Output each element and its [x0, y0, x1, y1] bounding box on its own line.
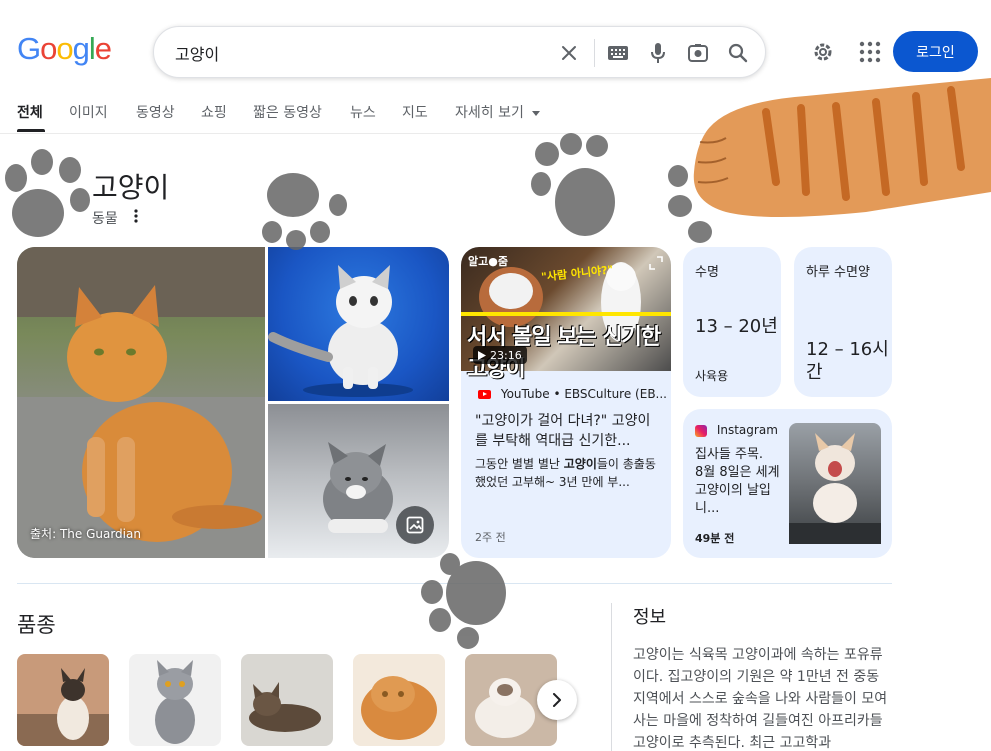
youtube-icon — [478, 390, 491, 399]
video-source: YouTube • EBSCulture (EB... — [478, 387, 667, 401]
tabby-cat-illustration — [249, 682, 321, 732]
instagram-time: 49분 전 — [695, 532, 735, 545]
info-body: 고양이는 식육목 고양이과에 속하는 포유류이다. 집고양이의 기원은 약 1만… — [633, 647, 888, 751]
paw-print-icon — [5, 149, 90, 237]
tab-all[interactable]: 전체 — [17, 102, 43, 122]
video-description: 그동안 별별 별난 고양이들이 총출동했었던 고부해~ 3년 만에 부... — [475, 455, 663, 491]
video-time: 2주 전 — [475, 531, 506, 544]
breeds-next-button[interactable] — [537, 680, 577, 720]
breed-siamese[interactable] — [17, 654, 109, 746]
gray-cat-illustration — [155, 660, 195, 744]
tab-news[interactable]: 뉴스 — [350, 102, 376, 122]
microphone-icon[interactable] — [645, 40, 671, 66]
keyboard-icon[interactable] — [605, 40, 631, 66]
logo-letter: G — [17, 31, 41, 66]
video-duration: 23:16 — [473, 346, 527, 364]
persian-cat-illustration — [361, 676, 437, 740]
search-box[interactable]: 고양이 — [153, 26, 766, 78]
video-desc-part1: 그동안 별별 별난 — [475, 457, 564, 471]
video-thumbnail[interactable]: 알고●줌 "사람 아니야?" 서서 볼일 보는 신기한 고양이 23:16 — [461, 247, 671, 382]
apps-grid-icon[interactable] — [858, 40, 882, 64]
logo-letter: o — [40, 31, 57, 66]
paw-print-icon — [421, 553, 506, 649]
video-desc-highlight: 고양이 — [563, 457, 597, 471]
video-duration-text: 23:16 — [490, 348, 522, 362]
instagram-thumbnail[interactable] — [789, 423, 881, 544]
video-channel-brand: 알고●줌 — [468, 255, 508, 268]
tab-more-label: 자세히 보기 — [455, 105, 524, 121]
siamese-cat-illustration — [17, 668, 109, 746]
entity-title: 고양이 — [92, 171, 170, 204]
breed-british-shorthair[interactable] — [129, 654, 221, 746]
tab-more[interactable]: 자세히 보기 — [455, 102, 541, 122]
tab-videos[interactable]: 동영상 — [136, 102, 175, 122]
stat-value: 13 – 20년 — [695, 316, 778, 337]
tab-maps[interactable]: 지도 — [402, 102, 428, 122]
image-icon — [406, 516, 424, 534]
paw-print-icon — [262, 173, 347, 250]
breeds-title: 품종 — [17, 613, 56, 637]
white-kitten-illustration — [268, 265, 413, 397]
info-title: 정보 — [633, 607, 667, 628]
stat-unit: 사육용 — [695, 369, 729, 383]
clear-icon[interactable] — [556, 40, 582, 66]
stat-value: 12 – 16시간 — [806, 339, 889, 383]
search-input[interactable]: 고양이 — [175, 41, 219, 65]
search-divider — [594, 39, 595, 67]
video-source-text: YouTube • EBSCulture (EB... — [500, 387, 667, 401]
breed-maine-coon[interactable] — [241, 654, 333, 746]
cat-image-kitten-gray[interactable] — [268, 404, 449, 558]
image-source-caption: 출처: The Guardian — [30, 527, 141, 541]
active-tab-indicator — [17, 129, 45, 132]
tab-images[interactable]: 이미지 — [69, 102, 108, 122]
cat-paw-illustration — [693, 78, 991, 217]
cat-image-main[interactable]: 출처: The Guardian — [17, 247, 265, 558]
instagram-icon — [695, 424, 707, 437]
login-button[interactable]: 로그인 — [893, 31, 978, 72]
yawning-cat-illustration — [789, 433, 881, 544]
video-title[interactable]: "고양이가 걸어 다녀?" 고양이를 부탁해 역대급 신기한... — [475, 411, 663, 451]
stat-label: 수명 — [695, 265, 719, 280]
tab-shopping[interactable]: 쇼핑 — [201, 102, 227, 122]
instagram-source: Instagram — [695, 423, 778, 437]
dropdown-arrow-icon — [532, 110, 541, 116]
image-gallery-button[interactable] — [396, 506, 434, 544]
google-logo[interactable]: Google — [17, 31, 112, 67]
instagram-card[interactable]: Instagram 집사들 주목. ᅟ 8월 8일은 세계 고양이의 날입니..… — [683, 409, 892, 558]
video-card[interactable]: 알고●줌 "사람 아니야?" 서서 볼일 보는 신기한 고양이 23:16 Yo… — [461, 247, 671, 558]
gear-icon[interactable] — [810, 39, 836, 65]
play-icon — [478, 350, 486, 360]
stat-label: 하루 수면양 — [806, 265, 870, 280]
sleep-card[interactable]: 하루 수면양 12 – 16시간 — [794, 247, 892, 397]
logo-letter: e — [94, 31, 112, 66]
cat-image-kitten-blue[interactable] — [268, 247, 449, 401]
entity-subtitle: 동물 — [92, 211, 118, 227]
instagram-source-text: Instagram — [716, 423, 778, 437]
orange-cat-illustration — [17, 247, 265, 558]
breed-persian[interactable] — [353, 654, 445, 746]
instagram-text: 집사들 주목. ᅟ 8월 8일은 세계 고양이의 날입니... — [695, 447, 780, 516]
logo-letter: o — [56, 31, 73, 66]
more-options-icon[interactable] — [130, 208, 142, 224]
column-divider — [611, 603, 612, 751]
expand-icon[interactable] — [649, 255, 663, 270]
lifespan-card[interactable]: 수명 13 – 20년 사육용 — [683, 247, 781, 397]
tab-short-videos[interactable]: 짧은 동영상 — [253, 102, 322, 122]
search-icon[interactable] — [725, 40, 751, 66]
paw-print-icon — [531, 133, 615, 236]
logo-letter: g — [72, 31, 90, 66]
camera-lens-icon[interactable] — [685, 40, 711, 66]
chevron-right-icon — [553, 693, 561, 707]
